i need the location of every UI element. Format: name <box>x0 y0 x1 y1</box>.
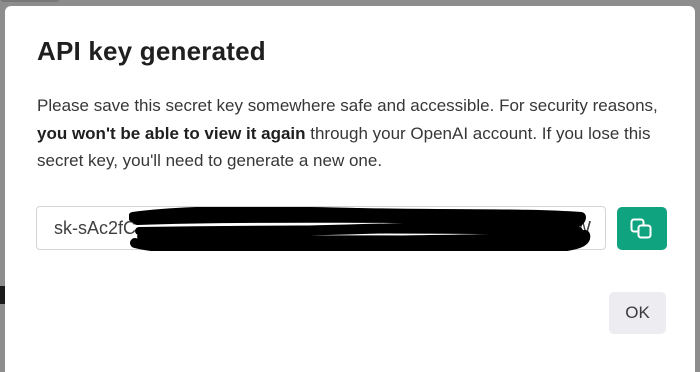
api-key-dialog: API key generated Please save this secre… <box>5 6 695 372</box>
dialog-description: Please save this secret key somewhere sa… <box>37 92 677 175</box>
secret-key-field[interactable]: sk-sAc2fC 55W <box>36 206 606 251</box>
description-text: Please save this secret key somewhere sa… <box>37 96 658 115</box>
description-emphasis: you won't be able to view it again <box>37 123 306 143</box>
redaction-scribble <box>129 207 591 251</box>
secret-key-prefix: sk-sAc2fC <box>54 218 137 238</box>
copy-key-button[interactable] <box>617 207 667 250</box>
ok-button[interactable]: OK <box>609 292 666 334</box>
copy-icon <box>630 218 652 239</box>
dialog-title: API key generated <box>37 36 266 66</box>
secret-key-suffix: 55W <box>553 218 591 238</box>
